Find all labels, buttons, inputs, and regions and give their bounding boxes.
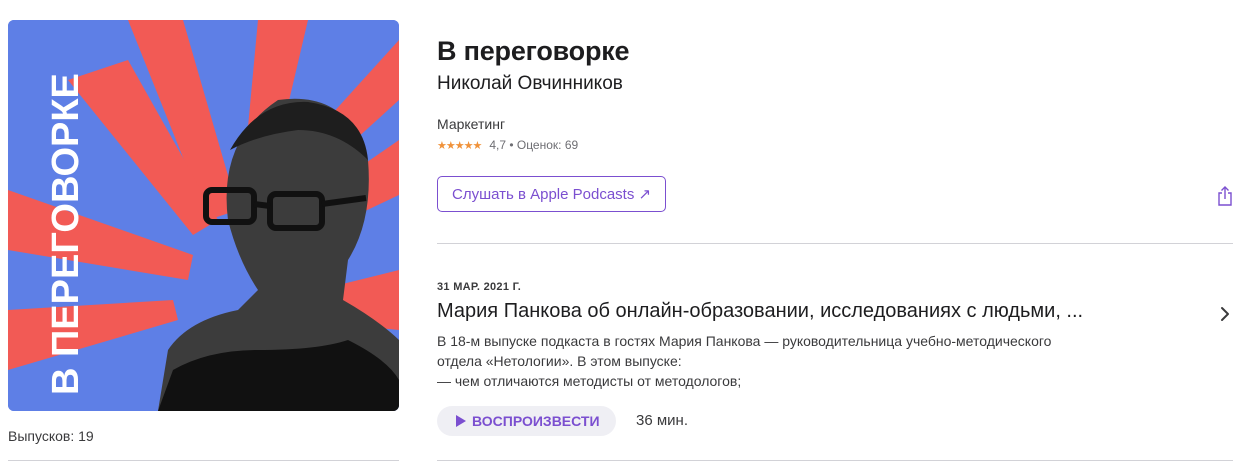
episode-duration: 36 мин. xyxy=(636,412,688,429)
play-episode-button[interactable]: ВОСПРОИЗВЕСТИ xyxy=(437,406,616,436)
episode-title-link[interactable]: Мария Панкова об онлайн-образовании, исс… xyxy=(437,300,1199,323)
divider xyxy=(437,243,1233,244)
podcast-category-link[interactable]: Маркетинг xyxy=(437,116,505,132)
artwork-title-text: В ПЕРЕГОВОРКЕ xyxy=(45,73,87,395)
artwork-image: В ПЕРЕГОВОРКЕ xyxy=(8,20,399,411)
episode-description: В 18-м выпуске подкаста в гостях Мария П… xyxy=(437,331,1207,391)
divider xyxy=(8,460,399,461)
star-icon: ★★★★★ xyxy=(437,139,482,152)
rating-row: ★★★★★ 4,7 • Оценок: 69 xyxy=(437,138,578,152)
podcast-author-link[interactable]: Николай Овчинников xyxy=(437,73,623,95)
play-icon xyxy=(456,415,466,427)
episode-description-line: отдела «Нетологии». В этом выпуске: xyxy=(437,353,682,369)
listen-in-apple-podcasts-button[interactable]: Слушать в Apple Podcasts ↗ xyxy=(437,176,667,212)
chevron-right-icon[interactable] xyxy=(1220,306,1230,322)
podcast-title: В переговорке xyxy=(437,36,630,66)
play-button-label: ВОСПРОИЗВЕСТИ xyxy=(472,413,600,429)
share-icon[interactable] xyxy=(1217,186,1233,206)
rating-text: 4,7 • Оценок: 69 xyxy=(489,138,579,152)
podcast-artwork[interactable]: В ПЕРЕГОВОРКЕ xyxy=(8,20,399,411)
episode-description-line: — чем отличаются методисты от методолого… xyxy=(437,373,742,389)
episode-date: 31 МАР. 2021 Г. xyxy=(437,281,522,293)
episode-description-line: В 18-м выпуске подкаста в гостях Мария П… xyxy=(437,333,1052,349)
listen-button-label: Слушать в Apple Podcasts ↗ xyxy=(452,186,652,203)
episodes-count: Выпусков: 19 xyxy=(8,428,94,444)
divider xyxy=(437,460,1233,461)
